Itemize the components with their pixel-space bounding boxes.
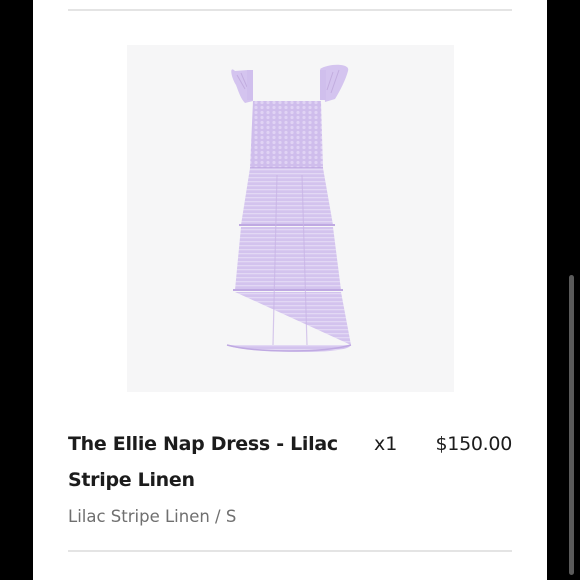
bottom-divider xyxy=(68,550,512,552)
top-divider xyxy=(68,9,512,11)
lilac-dress-icon xyxy=(226,64,352,352)
scrollbar-thumb[interactable] xyxy=(569,275,574,575)
line-item-card: The Ellie Nap Dress - Lilac Stripe Linen… xyxy=(33,0,547,580)
price-label: $150.00 xyxy=(435,433,513,455)
quantity-label: x1 xyxy=(374,433,398,455)
variant-label: Lilac Stripe Linen / S xyxy=(68,507,237,526)
product-image[interactable] xyxy=(127,45,454,392)
product-title[interactable]: The Ellie Nap Dress - Lilac Stripe Linen xyxy=(68,426,338,498)
order-summary-screen: The Ellie Nap Dress - Lilac Stripe Linen… xyxy=(0,0,580,580)
